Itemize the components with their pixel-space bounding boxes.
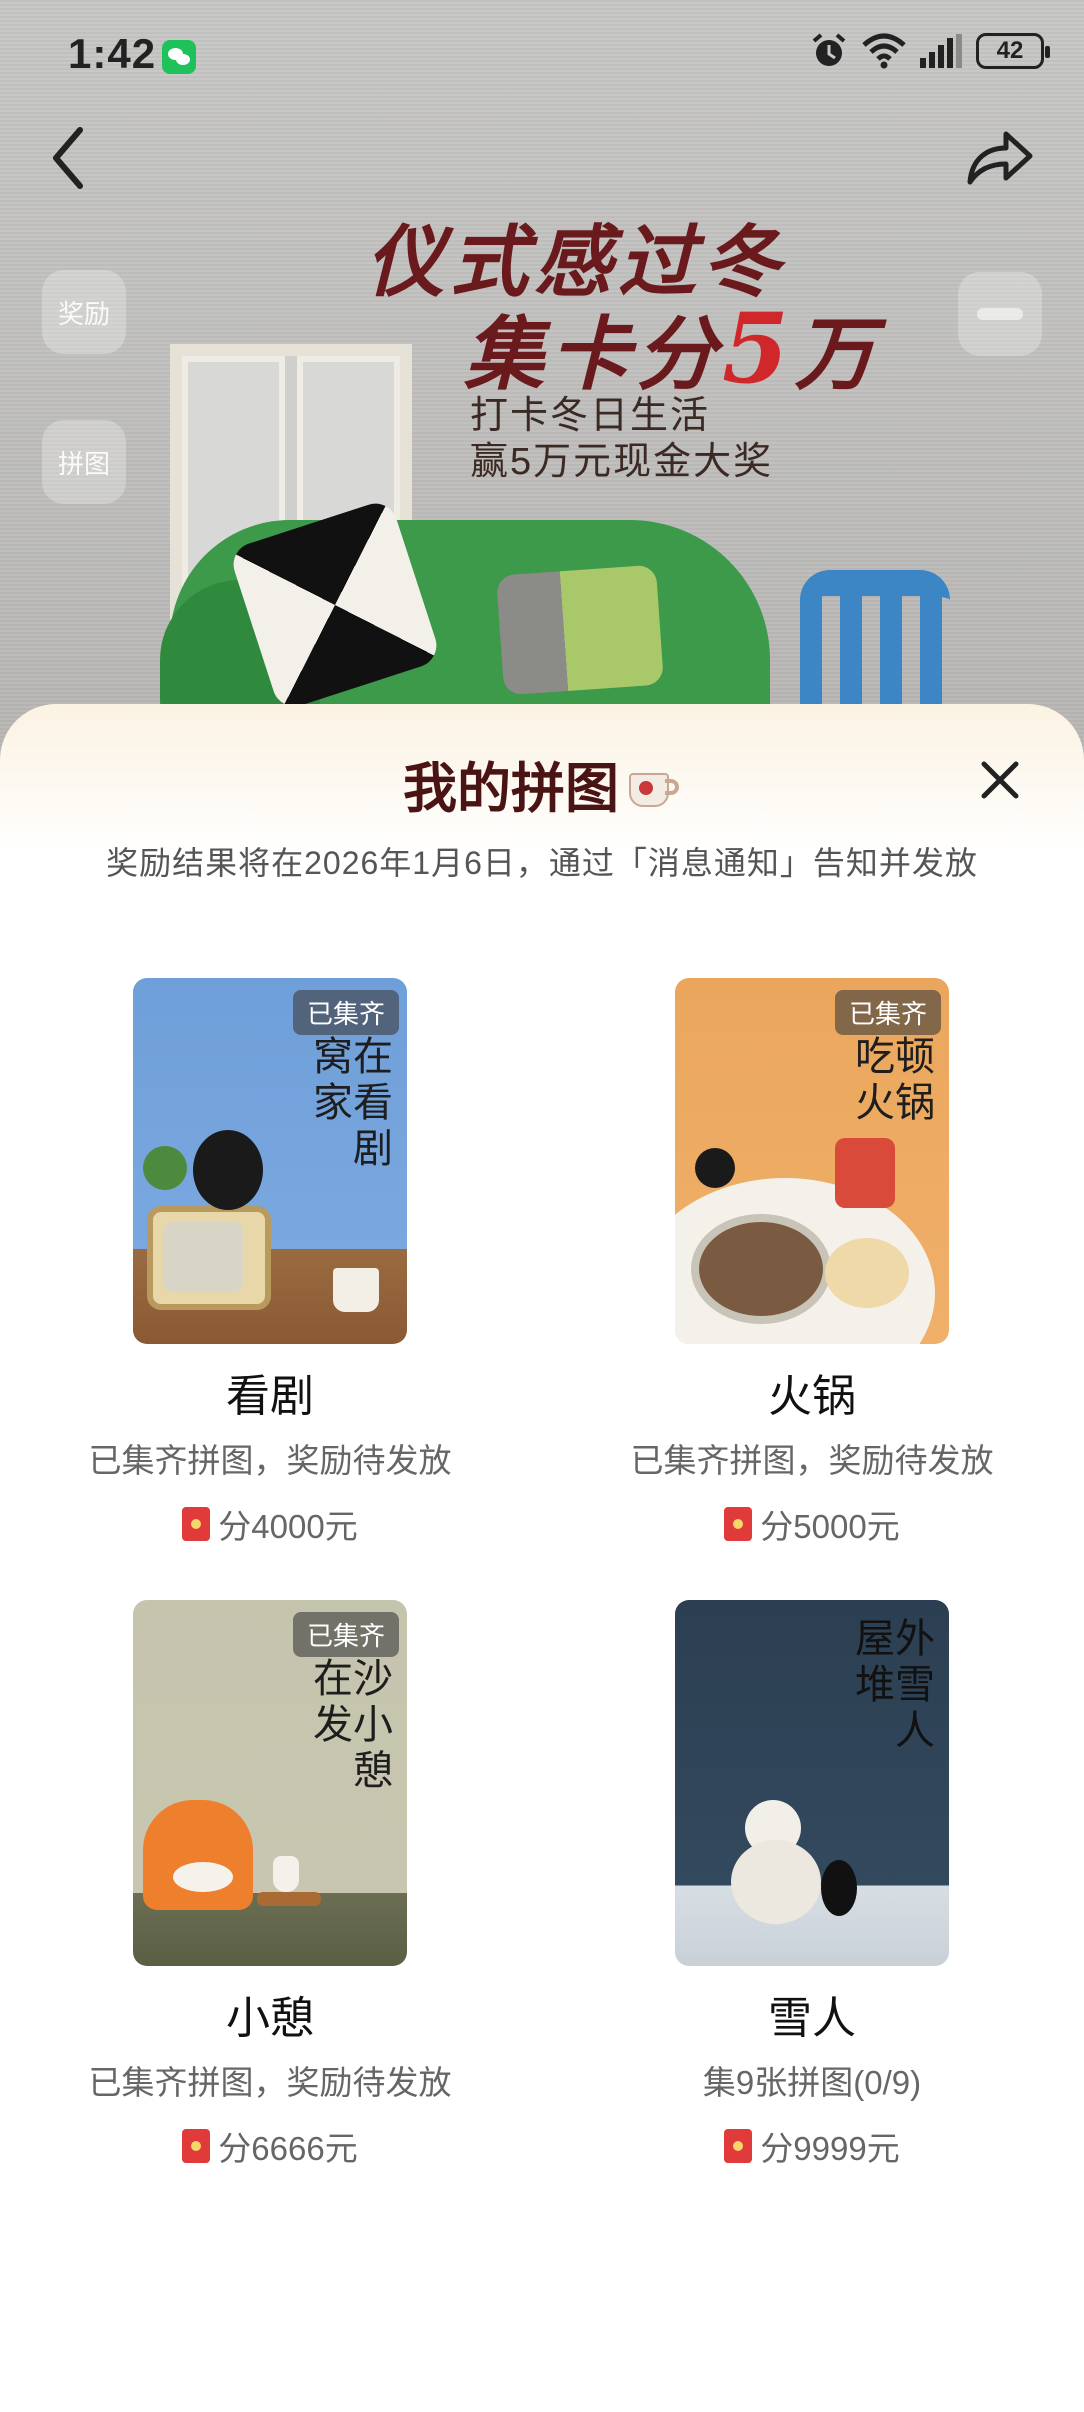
tv-screen: [163, 1222, 243, 1292]
red-envelope-icon: [724, 1507, 753, 1541]
cat-illustration: [695, 1148, 735, 1188]
red-envelope-icon: [182, 1507, 211, 1541]
battery-indicator: 42: [976, 33, 1050, 69]
plant-illustration: [143, 1146, 187, 1190]
more-dots-icon: [977, 308, 1023, 320]
card-title: 小憩: [226, 1994, 314, 2043]
thumbnail-art-text: 吃顿火锅: [855, 1034, 935, 1126]
card-prize-text: 分4000元: [218, 1508, 358, 1545]
sheet-title-text: 我的拼图: [403, 759, 619, 819]
hotpot-illustration: [691, 1214, 831, 1324]
teacup-icon: [625, 763, 681, 811]
wechat-notification-icon: [162, 40, 196, 74]
card-status: 集9张拼图(0/9): [702, 2064, 922, 2101]
puzzle-sheet: 我的拼图 奖励结果将在2026年1月6日，通过「消息通知」告知并发放 已集齐 窝…: [0, 704, 1084, 2412]
thumbnail-art-text: 在沙发小憩: [313, 1656, 393, 1794]
snowman-body-illustration: [731, 1840, 821, 1924]
red-envelope-icon: [182, 2129, 211, 2163]
cup-illustration: [333, 1268, 379, 1312]
puzzle-card[interactable]: 已集齐 在沙发小憩 小憩 已集齐拼图，奖励待发放 分6666元: [50, 1600, 490, 2170]
puzzle-card[interactable]: 已集齐 吃顿火锅 火锅 已集齐拼图，奖励待发放 分5000元: [592, 978, 1032, 1548]
sleeping-cat-illustration: [173, 1862, 233, 1892]
cat-illustration: [821, 1860, 857, 1916]
hero-subtitle-line2: 赢5万元现金大奖: [470, 441, 774, 483]
hero-title-highlight: 5: [722, 292, 795, 405]
card-title: 雪人: [768, 1994, 856, 2043]
puzzle-thumbnail[interactable]: 已集齐 窝在家看剧: [133, 978, 407, 1344]
card-prize: 分6666元: [50, 2122, 490, 2170]
collected-badge: 已集齐: [834, 990, 941, 1035]
hero-title-suffix: 万: [794, 307, 881, 401]
signal-icon: [920, 34, 962, 68]
card-status: 已集齐拼图，奖励待发放: [630, 1442, 994, 1479]
puzzle-side-button[interactable]: 拼图: [42, 420, 126, 504]
reward-notice: 奖励结果将在2026年1月6日，通过「消息通知」告知并发放: [106, 845, 978, 881]
card-prize-text: 分5000元: [760, 1508, 900, 1545]
puzzle-card[interactable]: 屋外堆雪人 雪人 集9张拼图(0/9) 分9999元: [592, 1600, 1032, 2170]
more-side-button[interactable]: [958, 272, 1042, 356]
armchair-illustration: [143, 1800, 253, 1910]
share-icon[interactable]: [960, 118, 1040, 198]
pillow-illustration: [496, 564, 664, 696]
puzzle-thumbnail[interactable]: 屋外堆雪人: [675, 1600, 949, 1966]
red-chair-illustration: [835, 1138, 895, 1208]
red-envelope-icon: [724, 2129, 753, 2163]
collected-badge: 已集齐: [292, 1612, 399, 1657]
wifi-icon: [862, 33, 906, 69]
card-status: 已集齐拼图，奖励待发放: [88, 1442, 452, 1479]
side-table-illustration: [257, 1892, 321, 1906]
food-plate-illustration: [825, 1238, 909, 1308]
card-prize-text: 分6666元: [218, 2130, 358, 2167]
puzzle-thumbnail[interactable]: 已集齐 吃顿火锅: [675, 978, 949, 1344]
card-status: 已集齐拼图，奖励待发放: [88, 2064, 452, 2101]
status-icons: 42: [810, 32, 1050, 70]
cat-illustration: [193, 1130, 263, 1210]
card-title: 火锅: [768, 1372, 856, 1421]
back-arrow-icon[interactable]: [40, 118, 100, 198]
puzzle-thumbnail[interactable]: 已集齐 在沙发小憩: [133, 1600, 407, 1966]
sheet-title: 我的拼图: [0, 744, 1084, 823]
card-prize: 分9999元: [592, 2122, 1032, 2170]
thumbnail-art-text: 屋外堆雪人: [855, 1616, 935, 1754]
card-title: 看剧: [226, 1372, 314, 1421]
reward-side-button[interactable]: 奖励: [42, 270, 126, 354]
close-icon[interactable]: [968, 748, 1032, 812]
thumbnail-art-text: 窝在家看剧: [313, 1034, 393, 1172]
vase-illustration: [273, 1856, 299, 1892]
alarm-icon: [812, 33, 846, 66]
puzzle-card[interactable]: 已集齐 窝在家看剧 看剧 已集齐拼图，奖励待发放 分4000元: [50, 978, 490, 1548]
status-bar: 1:42 42: [0, 0, 1084, 110]
status-time: 1:42: [68, 30, 157, 77]
card-prize: 分5000元: [592, 1500, 1032, 1548]
card-prize: 分4000元: [50, 1500, 490, 1548]
card-prize-text: 分9999元: [760, 2130, 900, 2167]
collected-badge: 已集齐: [292, 990, 399, 1035]
